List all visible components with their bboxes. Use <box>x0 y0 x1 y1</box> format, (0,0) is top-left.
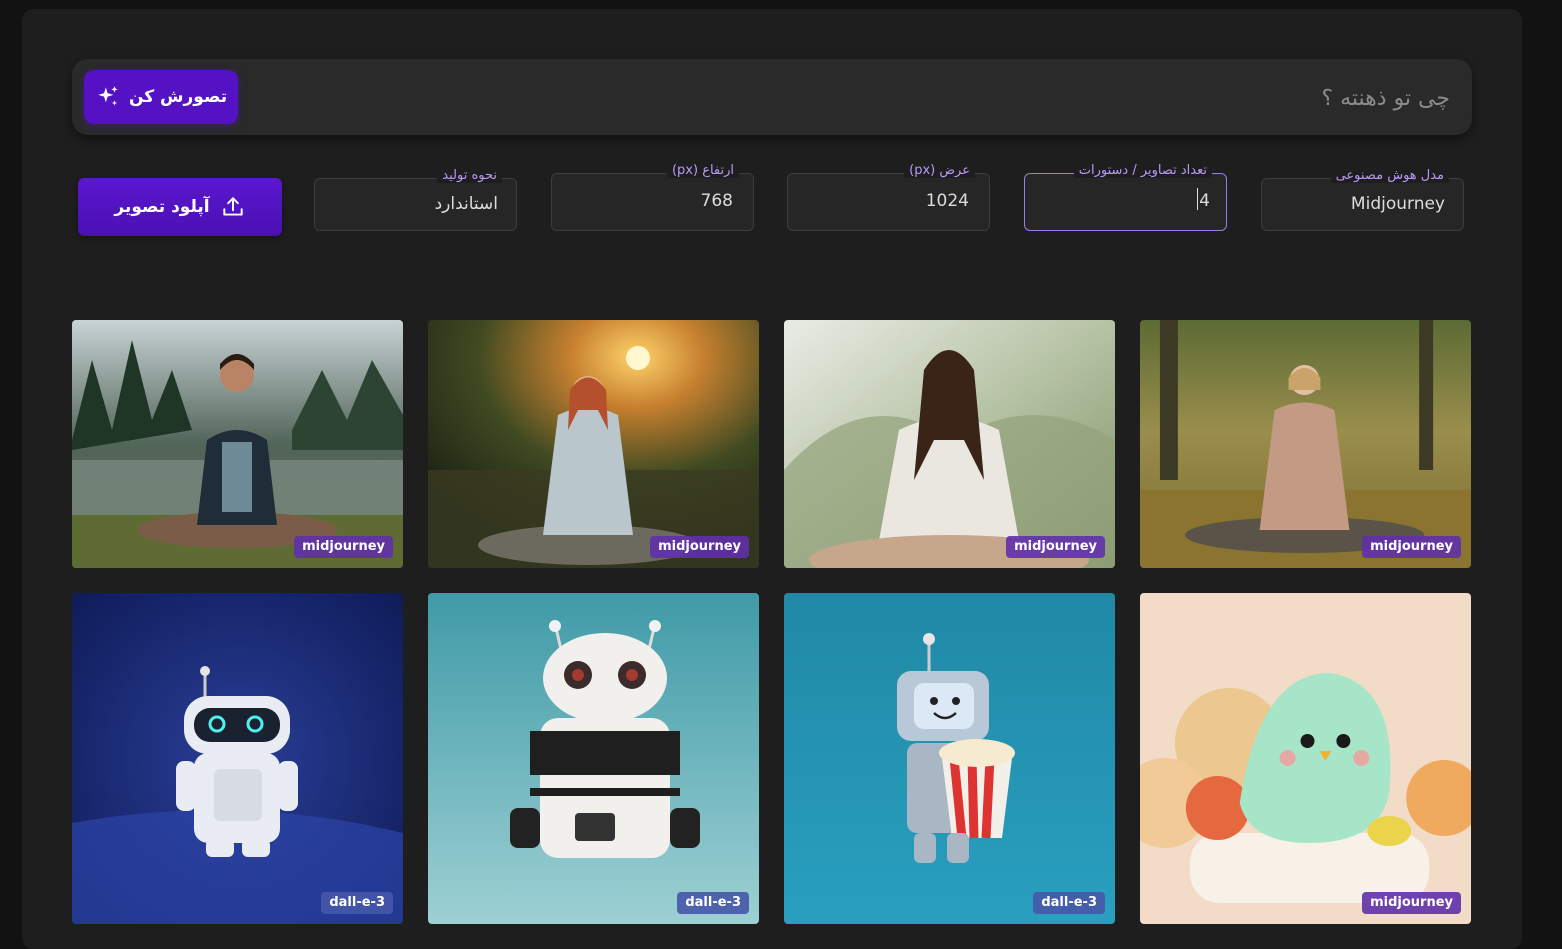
imagine-button[interactable]: تصورش کن <box>84 70 238 124</box>
robot-blue-image <box>72 593 403 924</box>
model-select[interactable]: مدل هوش مصنوعی Midjourney <box>1261 168 1464 231</box>
cute-bird-image <box>1140 593 1471 924</box>
generation-mode-value: استاندارد <box>434 194 498 214</box>
meditation-man-image <box>72 320 403 568</box>
generation-mode-label: نحوه تولید <box>437 168 502 183</box>
robot-film-image <box>428 593 759 924</box>
height-field[interactable]: ارتفاع (px) 768 <box>551 163 754 231</box>
generation-mode-select[interactable]: نحوه تولید استاندارد <box>314 168 517 231</box>
meditation-woman-field-image <box>1140 320 1471 568</box>
model-badge: midjourney <box>294 536 393 558</box>
imagine-button-label: تصورش کن <box>128 87 228 107</box>
gallery-image-4[interactable]: midjourney <box>1140 320 1471 568</box>
model-value: Midjourney <box>1350 194 1445 214</box>
image-count-label: تعداد تصاویر / دستورات <box>1073 163 1212 178</box>
sparkles-icon <box>98 86 118 106</box>
image-count-field[interactable]: تعداد تصاویر / دستورات 4 <box>1024 163 1227 231</box>
upload-label: آپلود تصویر <box>114 197 210 217</box>
gallery-image-3[interactable]: midjourney <box>784 320 1115 568</box>
prompt-input[interactable] <box>448 75 1452 121</box>
upload-image-button[interactable]: آپلود تصویر <box>78 178 282 236</box>
gallery-image-7[interactable]: dall-e-3 <box>784 593 1115 924</box>
model-badge: midjourney <box>650 536 749 558</box>
height-value: 768 <box>700 191 733 211</box>
meditation-woman-sunset-image <box>428 320 759 568</box>
gallery-image-5[interactable]: dall-e-3 <box>72 593 403 924</box>
gallery-image-8[interactable]: midjourney <box>1140 593 1471 924</box>
model-badge: dall-e-3 <box>677 892 749 914</box>
text-caret <box>1197 188 1198 210</box>
image-count-value: 4 <box>1199 191 1210 211</box>
prompt-bar: تصورش کن <box>72 59 1472 135</box>
model-label: مدل هوش مصنوعی <box>1330 168 1449 183</box>
model-badge: dall-e-3 <box>1033 892 1105 914</box>
width-value: 1024 <box>925 191 969 211</box>
gallery-image-2[interactable]: midjourney <box>428 320 759 568</box>
meditation-woman-mountains-image <box>784 320 1115 568</box>
model-badge: midjourney <box>1006 536 1105 558</box>
gallery-image-1[interactable]: midjourney <box>72 320 403 568</box>
model-badge: midjourney <box>1362 892 1461 914</box>
width-label: عرض (px) <box>904 163 975 178</box>
width-field[interactable]: عرض (px) 1024 <box>787 163 990 231</box>
gallery-image-6[interactable]: dall-e-3 <box>428 593 759 924</box>
robot-popcorn-image <box>784 593 1115 924</box>
upload-icon <box>222 197 243 216</box>
height-label: ارتفاع (px) <box>666 163 739 178</box>
model-badge: midjourney <box>1362 536 1461 558</box>
model-badge: dall-e-3 <box>321 892 393 914</box>
